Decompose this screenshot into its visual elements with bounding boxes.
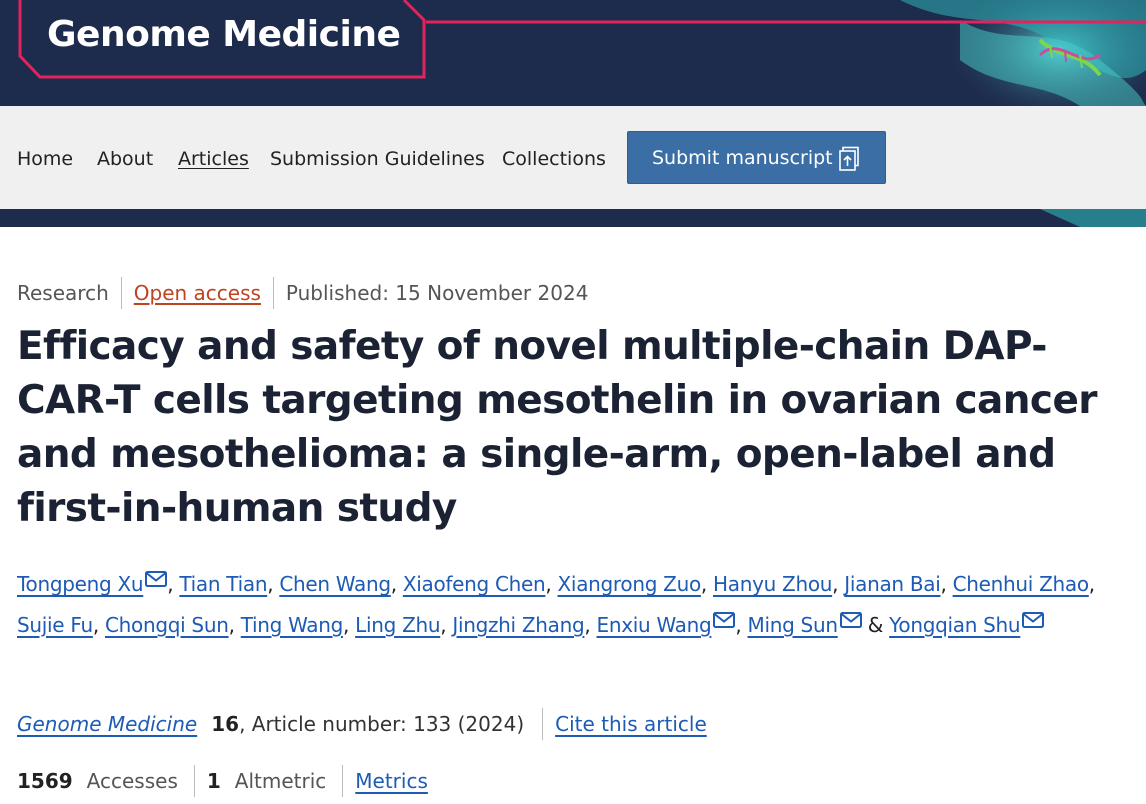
site-header-banner: Genome Medicine [0, 0, 1146, 106]
author-link[interactable]: Chenhui Zhao [953, 572, 1089, 596]
author-link[interactable]: Ling Zhu [355, 613, 440, 637]
accesses-count: 1569 [17, 769, 73, 793]
author-link[interactable]: Xiaofeng Chen [403, 572, 546, 596]
divider [120, 277, 122, 309]
strip-artwork [1040, 209, 1146, 227]
altmetric-label: Altmetric [234, 769, 327, 793]
author-link[interactable]: Ting Wang [241, 613, 344, 637]
volume: 16 [211, 712, 240, 736]
email-icon[interactable] [839, 611, 862, 628]
author-link[interactable]: Sujie Fu [17, 613, 93, 637]
nav-about[interactable]: About [97, 148, 153, 170]
main-nav: Home About Articles Submission Guideline… [0, 106, 1146, 209]
email-icon[interactable] [145, 571, 168, 587]
journal-link[interactable]: Genome Medicine [17, 712, 197, 736]
published-date: Published: 15 November 2024 [285, 281, 589, 305]
accesses-label: Accesses [86, 769, 178, 793]
article-metrics: 1569 Accesses 1 Altmetric Metrics [17, 765, 428, 797]
divider [272, 277, 274, 309]
author-link[interactable]: Jianan Bai [844, 572, 941, 596]
upload-document-icon [839, 146, 859, 171]
cite-this-article-link[interactable]: Cite this article [555, 712, 707, 736]
altmetric-count: 1 [206, 769, 221, 793]
metrics-link[interactable]: Metrics [355, 769, 428, 793]
submit-manuscript-button[interactable]: Submit manuscript [627, 131, 886, 184]
nav-home[interactable]: Home [17, 148, 73, 170]
divider [193, 765, 195, 797]
author-link[interactable]: Chen Wang [279, 572, 391, 596]
author-link[interactable]: Yongqian Shu [889, 613, 1020, 637]
open-access-link[interactable]: Open access [134, 281, 261, 305]
article-type: Research [17, 281, 109, 305]
author-link[interactable]: Tongpeng Xu [17, 572, 144, 596]
author-link[interactable]: Xiangrong Zuo [558, 572, 702, 596]
email-icon[interactable] [713, 611, 736, 628]
author-link[interactable]: Enxiu Wang [597, 613, 712, 637]
article-number: , Article number: 133 (2024) [239, 712, 525, 736]
nav-articles[interactable]: Articles [178, 148, 249, 170]
divider [342, 765, 344, 797]
journal-logo[interactable]: Genome Medicine [47, 14, 401, 55]
header-bottom-strip [0, 209, 1146, 227]
author-link[interactable]: Ming Sun [748, 613, 839, 637]
article-title: Efficacy and safety of novel multiple-ch… [17, 324, 1098, 531]
email-icon[interactable] [1022, 611, 1045, 628]
article-meta: Research Open access Published: 15 Novem… [17, 277, 589, 309]
submit-manuscript-label: Submit manuscript [652, 146, 833, 169]
author-link[interactable]: Chongqi Sun [105, 613, 229, 637]
author-link[interactable]: Tian Tian [179, 572, 267, 596]
author-link[interactable]: Jingzhi Zhang [452, 613, 584, 637]
nav-collections[interactable]: Collections [502, 148, 606, 170]
author-link[interactable]: Hanyu Zhou [713, 572, 832, 596]
nav-submission-guidelines[interactable]: Submission Guidelines [270, 148, 485, 170]
author-list: Tongpeng Xu, Tian Tian, Chen Wang, Xiaof… [17, 571, 1095, 637]
divider [542, 708, 544, 740]
citation-info: Genome Medicine 16 , Article number: 133… [17, 708, 707, 740]
